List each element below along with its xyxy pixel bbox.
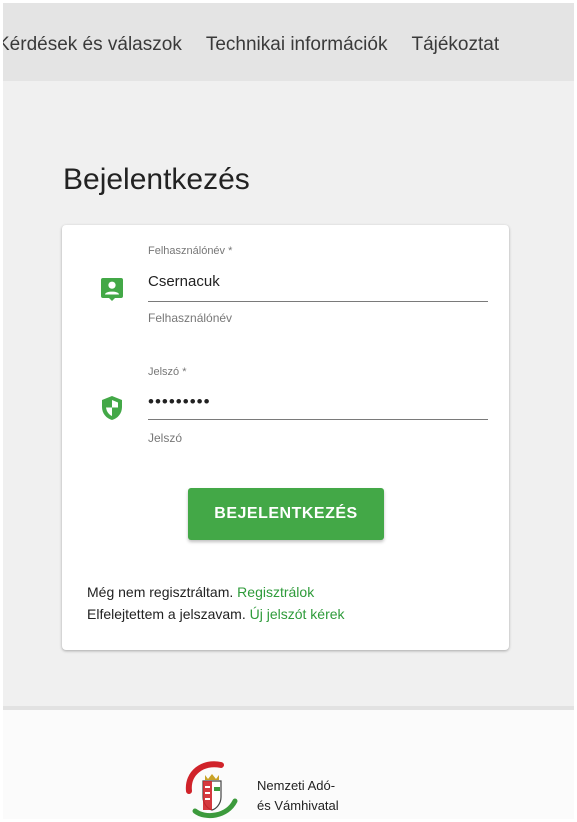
register-link[interactable]: Regisztrálok (237, 584, 314, 600)
username-helper-text: Felhasználónév (148, 311, 233, 325)
page-frame: Kérdések és válaszok Technikai információ… (3, 3, 574, 819)
password-helper-text: Jelszó (148, 431, 183, 445)
password-label: Jelszó * (148, 366, 187, 378)
organization-name-line-1: Nemzeti Adó- (257, 778, 336, 793)
top-navigation: Kérdések és válaszok Technikai információ… (3, 3, 574, 81)
username-input[interactable]: Csernacuk (148, 273, 488, 290)
forgot-password-line: Elfelejtettem a jelszavam. Új jelszót ké… (87, 606, 345, 622)
footer: Nemzeti Adó- és Vámhivatal (3, 706, 574, 819)
password-underline (148, 419, 488, 420)
username-underline (148, 301, 488, 302)
page-title: Bejelentkezés (63, 163, 250, 196)
password-input[interactable]: ••••••••• (148, 392, 488, 412)
nav-item-technical-info[interactable]: Technikai információk (206, 34, 388, 55)
forgot-password-text: Elfelejtettem a jelszavam. (87, 606, 246, 622)
login-button[interactable]: BEJELENTKEZÉS (188, 488, 384, 540)
shield-icon (102, 396, 122, 420)
register-line: Még nem regisztráltam. Regisztrálok (87, 584, 314, 600)
account-box-icon (101, 278, 123, 301)
organization-name-line-2: és Vámhivatal (257, 798, 339, 813)
topnav-items: Kérdések és válaszok Technikai információ… (3, 34, 523, 56)
nav-item-faq[interactable]: Kérdések és válaszok (3, 34, 182, 55)
nav-item-information[interactable]: Tájékoztat (411, 34, 499, 55)
organization-name: Nemzeti Adó- és Vámhivatal (257, 776, 339, 816)
login-card: Felhasználónév * Csernacuk Felhasználóné… (62, 225, 509, 650)
new-password-link[interactable]: Új jelszót kérek (250, 606, 345, 622)
register-text: Még nem regisztráltam. (87, 584, 234, 600)
username-label: Felhasználónév * (148, 245, 233, 257)
nav-crest-logo (185, 761, 238, 819)
